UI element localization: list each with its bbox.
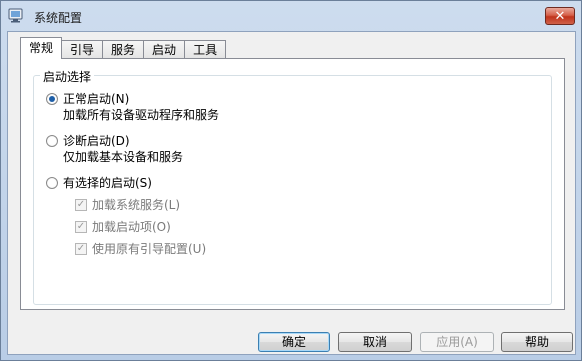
normal-startup-label: 正常启动(N) <box>63 92 130 106</box>
title-bar[interactable]: 系统配置 ✕ <box>1 1 581 31</box>
tab-general[interactable]: 常规 <box>20 37 63 59</box>
dialog-body: 常规 引导 服务 启动 工具 启动选择 正常启动(N) 加载所有设备驱动程序和服… <box>7 31 576 355</box>
tab-boot[interactable]: 引导 <box>61 40 104 59</box>
tab-tools[interactable]: 工具 <box>184 40 227 59</box>
group-legend: 启动选择 <box>40 68 95 85</box>
selective-startup-radio[interactable]: 有选择的启动(S) <box>46 174 152 191</box>
diagnostic-startup-description: 仅加载基本设备和服务 <box>63 150 184 164</box>
close-button[interactable]: ✕ <box>545 7 575 25</box>
radio-button[interactable] <box>46 176 58 189</box>
close-icon: ✕ <box>554 8 566 24</box>
use-original-boot-config-checkbox[interactable]: ✓ 使用原有引导配置(U) <box>75 240 206 257</box>
tab-strip: 常规 引导 服务 启动 工具 <box>20 37 227 59</box>
normal-startup-radio[interactable]: 正常启动(N) <box>46 90 129 107</box>
checkmark-icon[interactable]: ✓ <box>75 198 87 211</box>
radio-button[interactable] <box>46 92 58 105</box>
radio-button[interactable] <box>46 134 58 147</box>
checkmark-icon[interactable]: ✓ <box>75 220 87 233</box>
diagnostic-startup-label: 诊断启动(D) <box>63 134 130 148</box>
load-system-services-label: 加载系统服务(L) <box>92 198 181 212</box>
load-startup-items-checkbox[interactable]: ✓ 加载启动项(O) <box>75 218 171 235</box>
checkmark-icon[interactable]: ✓ <box>75 242 87 255</box>
load-system-services-checkbox[interactable]: ✓ 加载系统服务(L) <box>75 196 180 213</box>
apply-button[interactable]: 应用(A) <box>420 332 494 352</box>
window-title: 系统配置 <box>34 11 83 25</box>
tab-services[interactable]: 服务 <box>102 40 145 59</box>
normal-startup-description: 加载所有设备驱动程序和服务 <box>63 108 220 122</box>
help-button[interactable]: 帮助 <box>501 332 573 352</box>
system-config-window: 系统配置 ✕ 常规 引导 服务 启动 工具 启动选择 正常启动(N) 加载所有设… <box>0 0 582 361</box>
diagnostic-startup-radio[interactable]: 诊断启动(D) <box>46 132 130 149</box>
use-original-boot-config-label: 使用原有引导配置(U) <box>92 242 207 256</box>
cancel-button[interactable]: 取消 <box>338 332 412 352</box>
general-tab-panel: 启动选择 正常启动(N) 加载所有设备驱动程序和服务 诊断启动(D) 仅加载基本… <box>20 58 565 310</box>
load-startup-items-label: 加载启动项(O) <box>92 220 171 234</box>
msconfig-icon <box>8 8 24 23</box>
startup-selection-group: 启动选择 正常启动(N) 加载所有设备驱动程序和服务 诊断启动(D) 仅加载基本… <box>33 68 552 305</box>
tab-startup[interactable]: 启动 <box>143 40 186 59</box>
selective-startup-label: 有选择的启动(S) <box>63 176 152 190</box>
ok-button[interactable]: 确定 <box>258 332 330 352</box>
